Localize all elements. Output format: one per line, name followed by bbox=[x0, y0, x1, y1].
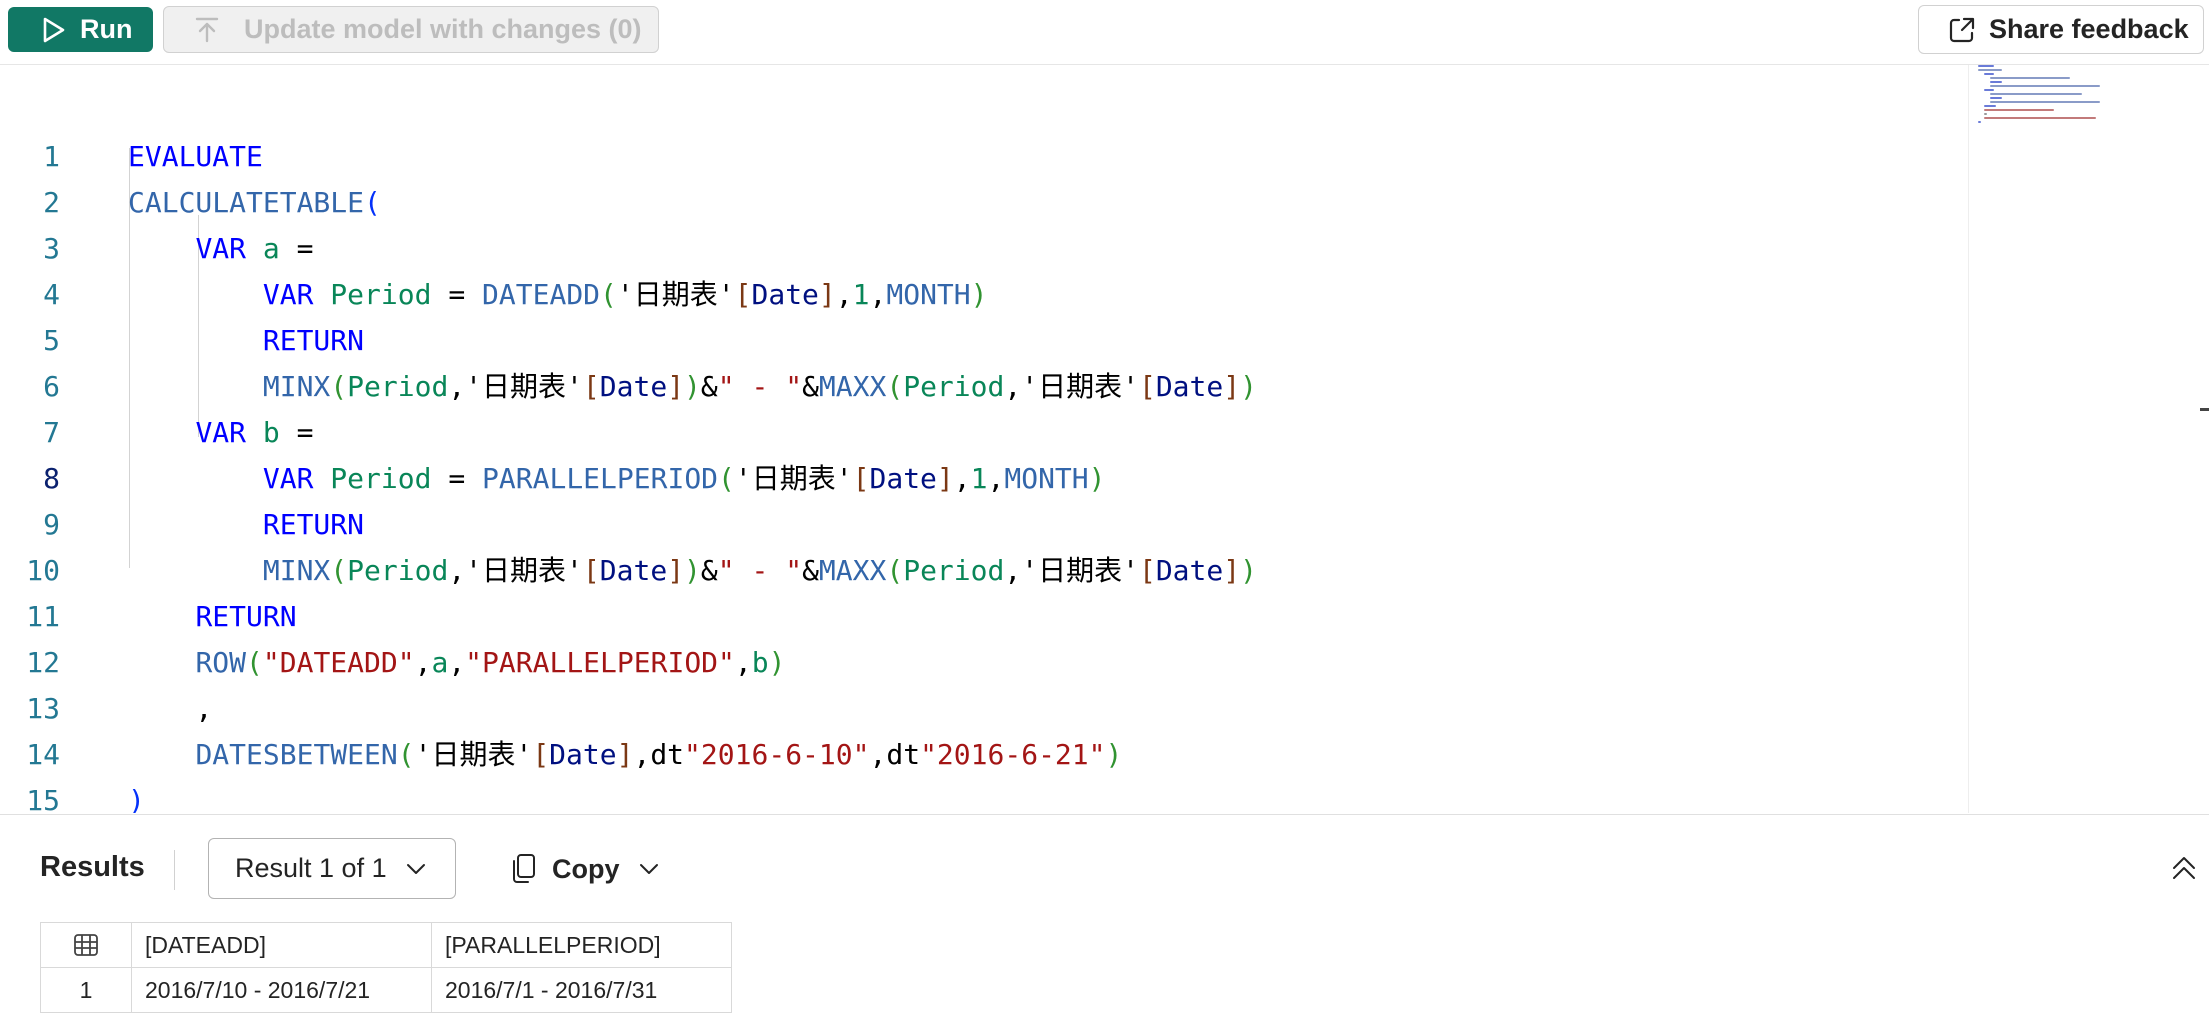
share-feedback-button[interactable]: Share feedback bbox=[1918, 5, 2204, 54]
code-line: 11 RETURN bbox=[0, 548, 1960, 633]
chevron-down-icon[interactable] bbox=[638, 858, 660, 880]
line-number: 15 bbox=[26, 784, 60, 813]
results-divider[interactable] bbox=[0, 814, 2209, 815]
copy-button[interactable]: Copy bbox=[510, 847, 660, 891]
code-line: 1 EVALUATE bbox=[0, 88, 1960, 173]
update-model-button[interactable]: Update model with changes (0) bbox=[163, 6, 659, 53]
code-line: 9 RETURN bbox=[0, 456, 1960, 541]
code-line: 12 ROW("DATEADD",a,"PARALLELPERIOD",b) bbox=[0, 594, 1960, 679]
toolbar-separator bbox=[174, 850, 175, 890]
code-line: 7 VAR b = bbox=[0, 364, 1960, 449]
result-selector-label: Result 1 of 1 bbox=[235, 853, 387, 883]
run-label: Run bbox=[80, 14, 133, 44]
copy-icon bbox=[510, 853, 538, 885]
share-feedback-label: Share feedback bbox=[1989, 14, 2189, 44]
table-row: 1 2016/7/10 - 2016/7/21 2016/7/1 - 2016/… bbox=[40, 967, 732, 1013]
play-icon bbox=[38, 15, 68, 45]
row-header-cell[interactable] bbox=[40, 922, 132, 968]
table-grid-icon bbox=[72, 931, 100, 959]
chevron-down-icon bbox=[405, 858, 427, 880]
results-table: [DATEADD] [PARALLELPERIOD] 1 2016/7/10 -… bbox=[40, 922, 732, 1013]
code-line: 14 DATESBETWEEN('日期表'[Date],dt"2016-6-10… bbox=[0, 686, 1960, 771]
code-line: 4 VAR Period = DATEADD('日期表'[Date],1,MON… bbox=[0, 226, 1960, 311]
share-feedback-icon bbox=[1947, 15, 1977, 45]
code-line: 15) bbox=[0, 732, 1960, 813]
code-line: 10 MINX(Period,'日期表'[Date])&" - "&MAXX(P… bbox=[0, 502, 1960, 587]
upload-arrow-icon bbox=[192, 15, 222, 45]
scroll-position-marker bbox=[2200, 408, 2209, 411]
code-line: 8 VAR Period = PARALLELPERIOD('日期表'[Date… bbox=[0, 410, 1960, 495]
results-title: Results bbox=[40, 851, 145, 883]
row-index: 1 bbox=[40, 967, 132, 1013]
dax-query-editor[interactable]: 1 EVALUATE 2 CALCULATETABLE( 3 VAR a = 4 V… bbox=[0, 65, 1968, 813]
column-header-dateadd[interactable]: [DATEADD] bbox=[131, 922, 432, 968]
cell-dateadd[interactable]: 2016/7/10 - 2016/7/21 bbox=[131, 967, 432, 1013]
update-model-label: Update model with changes (0) bbox=[244, 14, 642, 44]
code-line: 6 MINX(Period,'日期表'[Date])&" - "&MAXX(Pe… bbox=[0, 318, 1960, 403]
collapse-up-icon[interactable] bbox=[2170, 854, 2198, 882]
table-header-row: [DATEADD] [PARALLELPERIOD] bbox=[40, 922, 732, 968]
column-header-parallelperiod[interactable]: [PARALLELPERIOD] bbox=[431, 922, 732, 968]
code-line: 3 VAR a = bbox=[0, 180, 1960, 265]
code-line: 13 , bbox=[0, 640, 1960, 725]
result-selector-dropdown[interactable]: Result 1 of 1 bbox=[208, 838, 456, 899]
editor-minimap[interactable] bbox=[1968, 65, 2205, 813]
toolbar: Run Update model with changes (0) Share … bbox=[0, 0, 2209, 65]
code-line: 2 CALCULATETABLE( bbox=[0, 134, 1960, 219]
copy-label: Copy bbox=[552, 853, 620, 884]
code-line: 5 RETURN bbox=[0, 272, 1960, 357]
cell-parallelperiod[interactable]: 2016/7/1 - 2016/7/31 bbox=[431, 967, 732, 1013]
run-button[interactable]: Run bbox=[8, 7, 153, 52]
